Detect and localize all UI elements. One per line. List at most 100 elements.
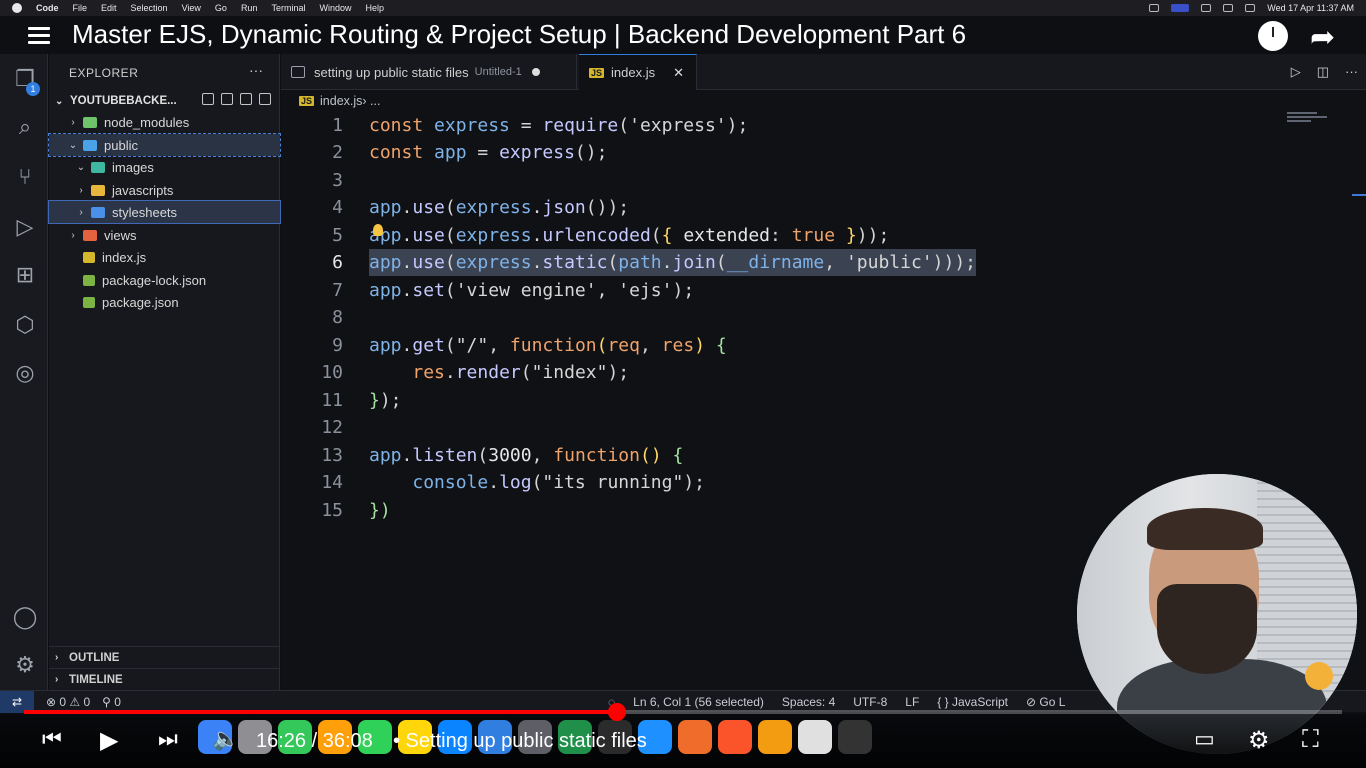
project-actions [202,93,271,105]
menubar-clock[interactable]: Wed 17 Apr 11:37 AM [1267,3,1354,13]
language-mode[interactable]: { } JavaScript [937,695,1008,709]
source-control-icon[interactable]: ⑂ [12,164,38,190]
chevron-right-icon: › [79,184,83,196]
tree-item-images[interactable]: ⌄ images [49,156,280,178]
code-line[interactable]: 6 app.use(express.static(path.join(__dirn… [281,249,1281,276]
menu-window[interactable]: Window [319,3,351,13]
timeline-panel-header[interactable]: › TIMELINE [49,668,280,690]
tree-item-views[interactable]: › views [49,224,280,246]
menu-run[interactable]: Run [241,3,258,13]
code-line[interactable]: 2 const app = express(); [281,139,1281,166]
menu-view[interactable]: View [182,3,201,13]
code-line[interactable]: 7 app.set('view engine', 'ejs'); [281,277,1281,304]
tree-item-stylesheets[interactable]: › stylesheets [48,200,281,224]
folder-icon [91,161,105,173]
tree-item-label: index.js [102,249,147,265]
vlc-icon[interactable] [758,720,792,754]
run-icon[interactable]: ▷ [1291,64,1301,80]
obs-icon[interactable] [838,720,872,754]
code-line[interactable]: 13 app.listen(3000, function() { [281,442,1281,469]
timeline-label: TIMELINE [69,673,123,686]
ports-count[interactable]: ⚲ 0 [102,695,121,709]
extensions-icon[interactable]: ⊞ [12,262,38,288]
subtitles-icon[interactable]: ▭ [1194,726,1215,752]
tab-untitled[interactable]: setting up public static files Untitled-… [281,54,577,90]
volume-icon[interactable]: 🔈 [212,726,239,752]
menu-help[interactable]: Help [365,3,384,13]
problems-count[interactable]: ⊗ 0 ⚠ 0 [46,695,90,709]
code-line[interactable]: 10 res.render("index"); [281,359,1281,386]
run-debug-icon[interactable]: ▷ [12,214,38,240]
code-line[interactable]: 1 const express = require('express'); [281,112,1281,139]
tree-item-node-modules[interactable]: › node_modules [49,111,280,133]
menu-selection[interactable]: Selection [131,3,168,13]
folder-open-icon [83,139,97,151]
brave-icon[interactable] [718,720,752,754]
menu-app[interactable]: Code [36,3,59,13]
menu-edit[interactable]: Edit [101,3,117,13]
refresh-icon[interactable] [240,93,252,105]
chapter-title[interactable]: • Setting up public static files [393,730,647,753]
tree-item-javascripts[interactable]: › javascripts [49,179,280,201]
watch-later-icon[interactable] [1258,21,1288,51]
battery-icon[interactable] [1201,4,1212,12]
more-actions-icon[interactable]: ··· [1345,64,1358,80]
tree-item-package-json[interactable]: package.json [49,291,280,313]
previous-icon[interactable]: ⏮ [42,726,62,752]
fullscreen-icon[interactable]: ⛶ [1302,726,1319,754]
share-icon[interactable]: ➦ [1310,20,1335,55]
account-icon[interactable]: ◯ [12,604,38,630]
settings-icon[interactable]: ⚙ [1248,726,1270,755]
indentation[interactable]: Spaces: 4 [782,695,835,709]
menu-terminal[interactable]: Terminal [271,3,305,13]
collapse-all-icon[interactable] [259,93,271,105]
tab-index-js[interactable]: JS index.js ✕ [579,54,697,90]
code-text: app.listen(3000, function() { [369,445,684,466]
go-live-button[interactable]: ⊘ Go L [1026,695,1065,709]
tree-item-public[interactable]: ⌄ public [48,133,281,157]
git-graph-icon[interactable]: ◎ [12,360,38,386]
breadcrumb-file[interactable]: index.js [320,94,362,108]
code-line[interactable]: 12 [281,414,1281,441]
postman-icon[interactable] [678,720,712,754]
line-ending[interactable]: LF [905,695,919,709]
status-icon[interactable] [1149,4,1160,12]
wifi-icon[interactable] [1223,4,1234,12]
tree-item-package-lock[interactable]: package-lock.json [49,269,280,291]
settings-gear-icon[interactable]: ⚙ [12,652,38,678]
video-title[interactable]: Master EJS, Dynamic Routing & Project Se… [72,19,966,50]
cursor-position[interactable]: Ln 6, Col 1 (56 selected) [633,695,764,709]
screen-share-icon[interactable] [1171,4,1190,12]
unsaved-dot-icon[interactable] [531,68,540,76]
code-line[interactable]: 8 [281,304,1281,331]
code-line[interactable]: 9 app.get("/", function(req, res) { [281,332,1281,359]
outline-panel-header[interactable]: › OUTLINE [49,646,280,668]
code-line[interactable]: 3 [281,167,1281,194]
next-icon[interactable]: ⏭ [158,726,178,752]
menu-file[interactable]: File [73,3,88,13]
new-folder-icon[interactable] [221,93,233,105]
editor-tab-bar: setting up public static files Untitled-… [281,54,1366,90]
code-line[interactable]: 11}); [281,387,1281,414]
play-icon[interactable]: ▶ [100,726,118,755]
new-file-icon[interactable] [202,93,214,105]
menu-go[interactable]: Go [215,3,227,13]
search-icon[interactable]: ⌕ [12,114,38,140]
docker-icon[interactable]: ⬡ [12,312,38,338]
encoding[interactable]: UTF-8 [853,695,887,709]
apple-menu-icon[interactable] [12,3,22,13]
lightbulb-icon[interactable] [373,224,383,236]
more-actions-icon[interactable]: ··· [249,62,263,78]
progress-scrubber[interactable] [608,703,627,721]
split-editor-icon[interactable]: ◫ [1317,64,1329,80]
code-line[interactable]: 5 app.use(express.urlencoded({ extended: … [281,222,1281,249]
code-line[interactable]: 4 app.use(express.json()); [281,194,1281,221]
breadcrumb-rest[interactable]: › ... [362,94,380,108]
tree-item-index-js[interactable]: index.js [49,246,280,268]
scrollbar-marker[interactable] [1352,194,1366,196]
close-tab-icon[interactable]: ✕ [673,65,684,81]
chrome-icon[interactable] [798,720,832,754]
minimap[interactable] [1287,112,1337,132]
search-icon[interactable] [1245,4,1256,12]
playlist-menu-icon[interactable] [28,27,50,45]
